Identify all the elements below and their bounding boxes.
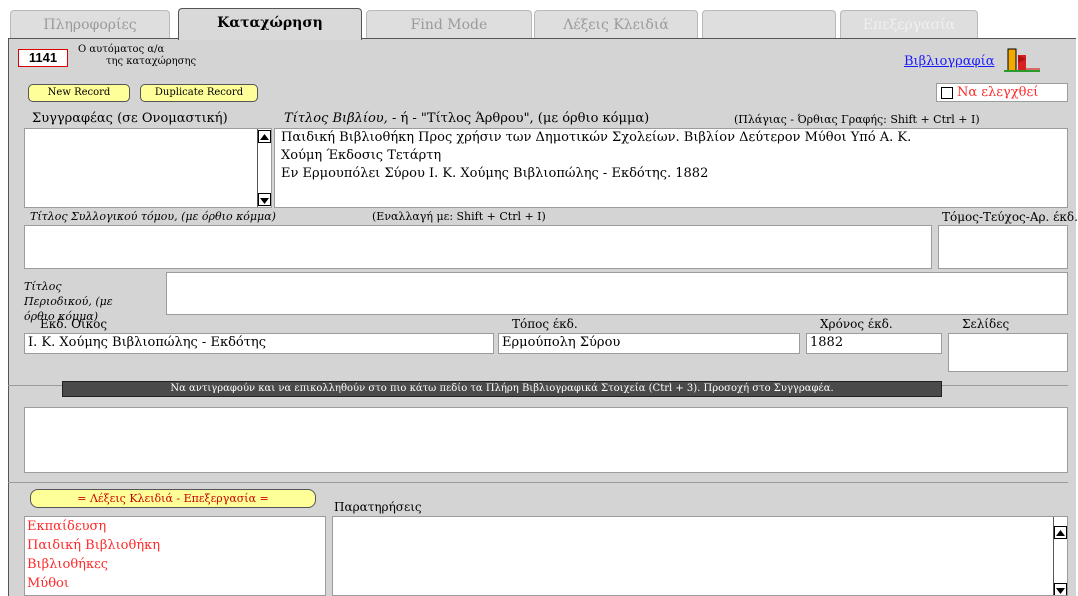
title-label: Τίτλος Βιβλίου, - ή - "Τίτλος Άρθρου", (… xyxy=(284,111,649,126)
scroll-up-icon[interactable] xyxy=(1054,526,1067,539)
auto-number-label-1: Ο αυτόματος α/α xyxy=(78,44,165,55)
title-hint: (Πλάγιας - Όρθιας Γραφής: Shift + Ctrl +… xyxy=(734,113,980,126)
year-label: Χρόνος έκδ. xyxy=(820,317,893,331)
periodical-field[interactable] xyxy=(166,272,1068,315)
title-label-main: Τίτλος Βιβλίου, xyxy=(284,111,388,126)
authors-label: Συγγραφέας (σε Ονομαστική) xyxy=(32,111,228,126)
volume-label: Τόμος-Τεύχος-Αρ. έκδ. xyxy=(942,210,1078,224)
scroll-up-icon[interactable] xyxy=(258,130,271,143)
publisher-field[interactable]: Ι. Κ. Χούμης Βιβλιοπώλης - Εκδότης xyxy=(24,333,494,354)
keywords-edit-button[interactable]: = Λέξεις Κλειδιά - Επεξεργασία = xyxy=(30,489,316,508)
collective-field[interactable] xyxy=(24,225,932,269)
record-number: 1141 xyxy=(18,49,68,67)
scroll-down-icon[interactable] xyxy=(258,193,271,206)
bibliography-link[interactable]: Βιβλιογραφία xyxy=(904,54,995,69)
keyword-item[interactable]: Βιβλιοθήκες xyxy=(27,555,323,574)
periodical-label-line1: Τίτλος xyxy=(24,280,62,293)
bibliography-icon[interactable] xyxy=(1004,45,1040,75)
tab-bar: Πληροφορίες Καταχώρηση Find Mode Λέξεις … xyxy=(0,0,1078,40)
scroll-down-icon[interactable] xyxy=(1054,583,1067,595)
remarks-field[interactable] xyxy=(332,516,1068,596)
check-label: Να ελεγχθεί xyxy=(957,85,1039,100)
tab-info[interactable]: Πληροφορίες xyxy=(10,10,170,38)
keyword-item[interactable]: Μύθοι xyxy=(27,574,323,593)
title-line-2: Χούμη Έκδοσις Τετάρτη xyxy=(281,148,442,163)
auto-number-label-2: της καταχώρησης xyxy=(106,56,197,67)
publisher-label: Εκδ. Οίκος xyxy=(40,317,108,331)
title-label-rest: - ή - "Τίτλος Άρθρου", (με όρθιο κόμμα) xyxy=(387,111,650,126)
place-label: Τόπος έκδ. xyxy=(512,317,578,331)
remarks-scrollbar[interactable] xyxy=(1053,517,1067,595)
divider xyxy=(8,482,1068,483)
tab-keywords[interactable]: Λέξεις Κλειδιά xyxy=(534,10,698,38)
place-field[interactable]: Ερμούπολη Σύρου xyxy=(498,333,800,354)
title-line-1: Παιδική Βιβλιοθήκη Προς χρήσιν των Δημοτ… xyxy=(281,130,912,145)
authors-scrollbar[interactable] xyxy=(257,129,271,207)
tab-blank[interactable] xyxy=(702,10,836,38)
keyword-item[interactable]: Παιδική Βιβλιοθήκη xyxy=(27,536,323,555)
check-container: Να ελεγχθεί xyxy=(936,83,1068,102)
remarks-label: Παρατηρήσεις xyxy=(334,500,422,514)
volume-field[interactable] xyxy=(938,225,1068,269)
title-line-3: Εν Ερμουπόλει Σύρου Ι. Κ. Χούμης Βιβλιοπ… xyxy=(281,166,709,181)
periodical-label-line2: Περιοδικού, (με xyxy=(24,295,113,308)
tab-edit[interactable]: Επεξεργασία xyxy=(840,10,978,38)
pages-field[interactable] xyxy=(948,333,1068,372)
check-checkbox[interactable] xyxy=(941,87,953,99)
title-field[interactable]: Παιδική Βιβλιοθήκη Προς χρήσιν των Δημοτ… xyxy=(274,128,1068,208)
full-biblio-field[interactable] xyxy=(24,407,1068,473)
duplicate-record-button[interactable]: Duplicate Record xyxy=(140,84,258,102)
keyword-item[interactable]: Εκπαίδευση xyxy=(27,517,323,536)
copy-notice: Να αντιγραφούν και να επικολληθούν στο π… xyxy=(62,381,942,397)
tab-find-mode[interactable]: Find Mode xyxy=(366,10,532,38)
year-field[interactable]: 1882 xyxy=(806,333,942,354)
pages-label: Σελίδες xyxy=(962,317,1010,331)
keywords-list[interactable]: Εκπαίδευση Παιδική Βιβλιοθήκη Βιβλιοθήκε… xyxy=(24,516,326,596)
authors-field[interactable] xyxy=(24,128,272,208)
collective-hint: (Εναλλαγή με: Shift + Ctrl + I) xyxy=(372,210,546,223)
new-record-button[interactable]: New Record xyxy=(28,84,130,102)
collective-label: Τίτλος Συλλογικού τόμου, (με όρθιο κόμμα… xyxy=(30,210,276,223)
tab-entry[interactable]: Καταχώρηση xyxy=(178,8,362,40)
